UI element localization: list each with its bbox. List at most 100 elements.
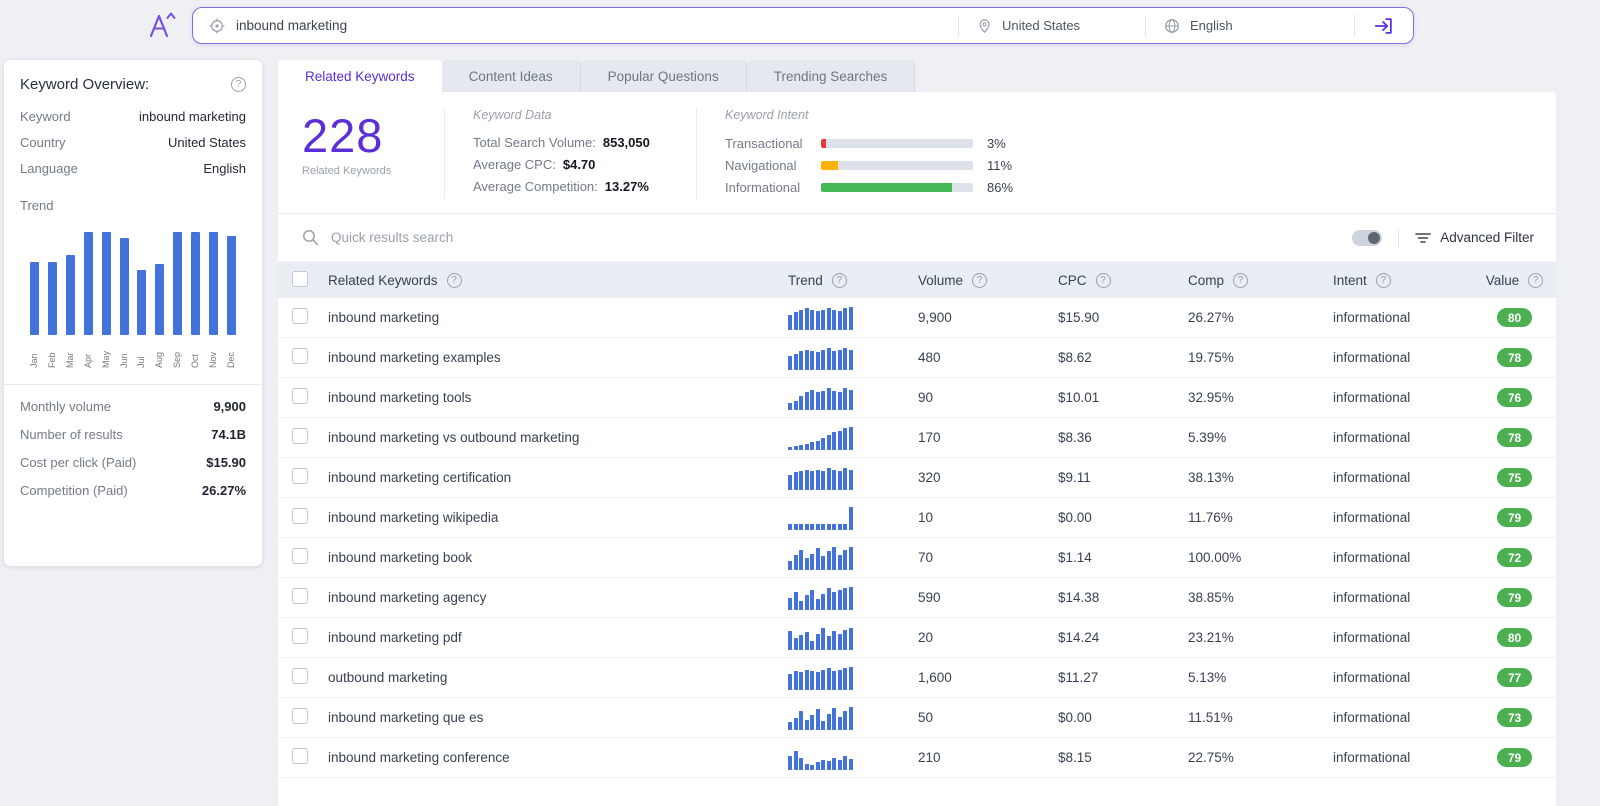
trend-chart: Jan Feb Mar Apr May Jun Jul Aug Sep Oct Nov Dec <box>20 227 246 368</box>
table-row: inbound marketing tools 90 $10.01 32.95% inf… <box>278 378 1556 418</box>
table-row: outbound marketing 1,600 $11.27 5.13% inform… <box>278 658 1556 698</box>
language-globe-icon <box>1164 18 1180 34</box>
keyword-data-row: Total Search Volume: 853,050 <box>473 132 696 154</box>
keyword-cell[interactable]: inbound marketing vs outbound marketing <box>328 430 788 445</box>
keyword-data-row: Average Competition: 13.27% <box>473 176 696 198</box>
value-badge: 79 <box>1497 508 1532 527</box>
keyword-target-icon <box>209 18 225 34</box>
row-checkbox[interactable] <box>292 428 308 444</box>
comp-cell: 11.51% <box>1188 710 1233 725</box>
keyword-cell[interactable]: inbound marketing agency <box>328 590 788 605</box>
comp-cell: 22.75% <box>1188 750 1234 765</box>
trend-chart-column: Apr <box>79 227 97 368</box>
col-header-intent[interactable]: Intent <box>1333 273 1367 288</box>
trend-sparkline <box>788 462 853 490</box>
trend-sparkline <box>788 502 853 530</box>
app-logo[interactable] <box>146 9 178 41</box>
trend-chart-column: Jul <box>133 227 151 368</box>
row-checkbox[interactable] <box>292 548 308 564</box>
help-icon[interactable]: ? <box>1528 272 1544 288</box>
intent-cell: informational <box>1333 670 1411 685</box>
overview-title: Keyword Overview: <box>20 76 150 93</box>
quick-results-search-input[interactable] <box>331 230 751 245</box>
keyword-cell[interactable]: outbound marketing <box>328 670 788 685</box>
help-icon[interactable]: ? <box>831 272 847 288</box>
row-checkbox[interactable] <box>292 748 308 764</box>
overview-fields: Keyword inbound marketing Country United St… <box>20 109 246 176</box>
help-icon[interactable]: ? <box>1233 272 1249 288</box>
table-body: inbound marketing 9,900 $15.90 26.27% inform… <box>278 298 1556 778</box>
keyword-cell[interactable]: inbound marketing tools <box>328 390 788 405</box>
intent-bar-track <box>821 182 973 192</box>
help-icon[interactable]: ? <box>1095 272 1111 288</box>
keyword-intent-row: Transactional 3% <box>725 132 1013 154</box>
row-checkbox[interactable] <box>292 628 308 644</box>
keyword-cell[interactable]: inbound marketing pdf <box>328 630 788 645</box>
related-keywords-count-block: 228 Related Keywords <box>302 108 430 199</box>
col-header-cpc[interactable]: CPC <box>1058 273 1087 288</box>
keyword-cell[interactable]: inbound marketing <box>328 310 788 325</box>
advanced-filter-button[interactable]: Advanced Filter <box>1415 230 1534 245</box>
row-checkbox[interactable] <box>292 708 308 724</box>
results-panel: 228 Related Keywords Keyword Data Total … <box>278 92 1556 806</box>
intent-bar-track <box>821 160 973 170</box>
country-selector[interactable]: United States <box>959 18 1145 34</box>
trend-chart-column: Nov <box>204 227 222 368</box>
tab-related-keywords[interactable]: Related Keywords <box>278 60 442 92</box>
comp-cell: 38.85% <box>1188 590 1234 605</box>
field-value: English <box>203 161 246 176</box>
search-submit-button[interactable] <box>1355 8 1413 43</box>
volume-cell: 210 <box>918 750 941 765</box>
select-all-checkbox[interactable] <box>292 270 308 287</box>
col-header-related-keywords[interactable]: Related Keywords <box>328 273 438 288</box>
table-row: inbound marketing vs outbound marketing 1… <box>278 418 1556 458</box>
keyword-intent-title: Keyword Intent <box>725 108 809 122</box>
keyword-cell[interactable]: inbound marketing wikipedia <box>328 510 788 525</box>
comp-cell: 38.13% <box>1188 470 1234 485</box>
tab-trending-searches[interactable]: Trending Searches <box>746 60 916 92</box>
filter-toggle[interactable] <box>1352 229 1383 246</box>
value-badge: 78 <box>1497 428 1532 447</box>
tab-popular-questions[interactable]: Popular Questions <box>580 60 747 92</box>
col-header-comp[interactable]: Comp <box>1188 273 1224 288</box>
trend-sparkline <box>788 742 853 770</box>
col-header-trend[interactable]: Trend <box>788 273 823 288</box>
trend-month-label: Oct <box>189 353 200 368</box>
tab-content-ideas[interactable]: Content Ideas <box>441 60 581 92</box>
language-selector[interactable]: English <box>1146 18 1354 34</box>
help-icon[interactable]: ? <box>1375 272 1391 288</box>
keyword-search-input[interactable] <box>236 18 942 33</box>
intent-percent: 3% <box>987 135 1006 151</box>
trend-bar <box>137 270 147 335</box>
row-checkbox[interactable] <box>292 308 308 324</box>
keyword-cell[interactable]: inbound marketing conference <box>328 750 788 765</box>
help-icon[interactable]: ? <box>446 272 462 288</box>
col-header-volume[interactable]: Volume <box>918 273 963 288</box>
trend-chart-column: Jan <box>26 227 44 368</box>
stat-value: 74.1B <box>211 427 246 442</box>
keyword-cell[interactable]: inbound marketing certification <box>328 470 788 485</box>
volume-cell: 90 <box>918 390 934 405</box>
row-checkbox[interactable] <box>292 588 308 604</box>
cpc-cell: $8.15 <box>1058 750 1092 765</box>
value-badge: 79 <box>1497 588 1532 607</box>
row-checkbox[interactable] <box>292 348 308 364</box>
row-checkbox[interactable] <box>292 468 308 484</box>
table-row: inbound marketing que es 50 $0.00 11.51% inf… <box>278 698 1556 738</box>
help-icon[interactable]: ? <box>972 272 988 288</box>
row-checkbox[interactable] <box>292 508 308 524</box>
value-badge: 75 <box>1497 468 1532 487</box>
keyword-cell[interactable]: inbound marketing examples <box>328 350 788 365</box>
trend-sparkline <box>788 302 853 330</box>
keyword-cell[interactable]: inbound marketing que es <box>328 710 788 725</box>
cpc-cell: $0.00 <box>1058 510 1092 525</box>
help-icon[interactable]: ? <box>231 77 246 92</box>
intent-percent: 11% <box>987 157 1013 173</box>
keyword-cell[interactable]: inbound marketing book <box>328 550 788 565</box>
row-checkbox[interactable] <box>292 668 308 684</box>
field-label: Keyword <box>20 109 71 124</box>
col-header-value[interactable]: Value <box>1486 273 1520 288</box>
keyword-overview-card: Keyword Overview: ? Keyword inbound marke… <box>4 60 262 566</box>
stat-label: Monthly volume <box>20 399 112 414</box>
row-checkbox[interactable] <box>292 388 308 404</box>
